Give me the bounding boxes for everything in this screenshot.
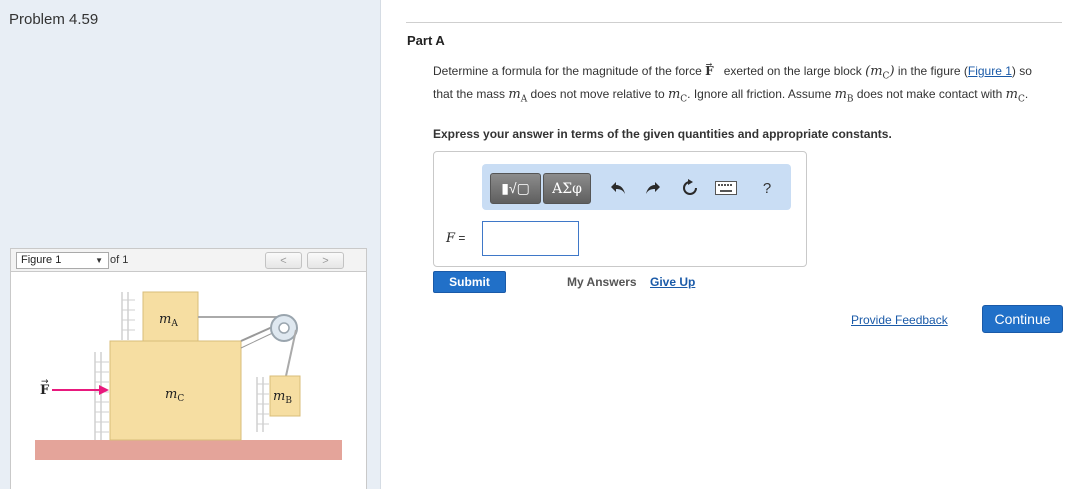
redo-button[interactable] <box>641 176 665 200</box>
provide-feedback-link[interactable]: Provide Feedback <box>851 313 948 327</box>
math-toolbar: ▮√▢ ΑΣφ ? <box>482 164 791 210</box>
greek-icon: ΑΣφ <box>552 180 582 197</box>
math-mC-3: mC <box>1005 86 1025 105</box>
reset-button[interactable] <box>678 176 702 200</box>
continue-button[interactable]: Continue <box>982 305 1063 333</box>
undo-icon <box>611 182 625 194</box>
keyboard-button[interactable] <box>714 176 738 200</box>
answer-box: ▮√▢ ΑΣφ ? F = <box>433 151 807 267</box>
redo-icon <box>646 182 660 194</box>
keyboard-icon <box>715 181 737 195</box>
math-mC: (mC) <box>865 64 895 82</box>
previous-figure-button[interactable]: < <box>265 252 302 269</box>
answer-input[interactable] <box>482 221 579 256</box>
templates-button[interactable]: ▮√▢ <box>490 173 541 204</box>
my-answers-label: My Answers <box>567 275 637 289</box>
submit-button[interactable]: Submit <box>433 271 506 293</box>
answer-label: F = <box>446 231 466 246</box>
ground <box>35 440 342 460</box>
instruction: Express your answer in terms of the give… <box>433 127 892 141</box>
force-arrowhead <box>99 385 109 395</box>
template-icon: ▮√▢ <box>501 180 530 196</box>
greek-symbols-button[interactable]: ΑΣφ <box>543 173 591 204</box>
reset-icon <box>683 179 697 195</box>
problem-title: Problem 4.59 <box>9 11 99 28</box>
help-icon: ? <box>762 179 772 197</box>
figure-link[interactable]: Figure 1 <box>968 64 1012 78</box>
force-vector: F→ <box>705 59 714 78</box>
math-mC-2: mC <box>667 86 688 105</box>
vector-arrow-icon: → <box>41 377 49 387</box>
figure-image: mA mC mB F → <box>10 272 367 489</box>
figure-select-value: Figure 1 <box>21 254 62 266</box>
math-mA: mA <box>508 86 528 105</box>
question-text: Determine a formula for the magnitude of… <box>433 59 1032 105</box>
math-mB: mB <box>834 86 854 105</box>
figure-count: of 1 <box>110 254 129 266</box>
part-title: Part A <box>407 33 445 48</box>
caret-down-icon: ▼ <box>95 256 103 265</box>
figure-select[interactable]: Figure 1 ▼ <box>16 252 109 269</box>
figure-diagram: mA mC mB F → <box>35 291 342 460</box>
left-panel: Problem 4.59 Figure 1 ▼ of 1 < > mA mC m… <box>0 0 381 489</box>
figure-nav-bar: Figure 1 ▼ of 1 < > <box>10 248 367 272</box>
chevron-left-icon: < <box>280 254 287 267</box>
give-up-link[interactable]: Give Up <box>650 275 695 289</box>
divider <box>406 22 1062 23</box>
chevron-right-icon: > <box>322 254 329 267</box>
next-figure-button[interactable]: > <box>307 252 344 269</box>
help-button[interactable]: ? <box>755 176 779 200</box>
undo-button[interactable] <box>606 176 630 200</box>
